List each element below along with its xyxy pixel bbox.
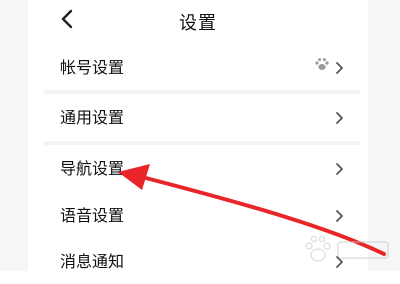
chevron-right-icon	[334, 161, 344, 175]
right-margin	[368, 0, 400, 271]
row-label: 导航设置	[60, 159, 125, 178]
page-title: 设置	[179, 13, 217, 34]
settings-row-general[interactable]: 通用设置	[44, 94, 360, 140]
chevron-right-icon	[334, 208, 344, 222]
chevron-right-icon	[334, 110, 344, 124]
row-label: 帐号设置	[60, 58, 125, 77]
row-label: 通用设置	[60, 108, 125, 127]
settings-screen: 设置 帐号设置 通用设置 导航设置 语音设置 消息通知	[0, 0, 400, 284]
paw-icon	[314, 56, 330, 72]
header-bar: 设置	[28, 0, 368, 40]
settings-row-voice[interactable]: 语音设置	[44, 192, 360, 238]
left-margin	[0, 0, 28, 271]
baidu-paw-logo	[305, 235, 389, 262]
row-label: 语音设置	[60, 206, 125, 225]
settings-row-navigation[interactable]: 导航设置	[44, 145, 360, 191]
settings-row-account[interactable]: 帐号设置	[44, 44, 360, 90]
row-label: 消息通知	[60, 252, 125, 271]
chevron-right-icon	[334, 60, 344, 74]
